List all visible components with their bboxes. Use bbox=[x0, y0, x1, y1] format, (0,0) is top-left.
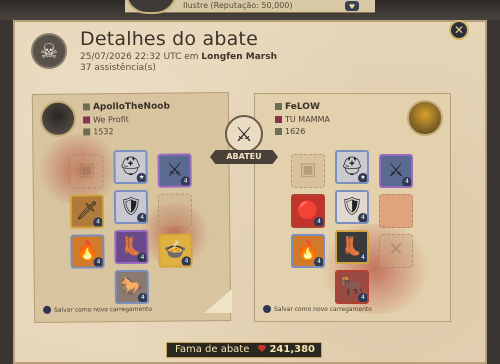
victim-slot-mount[interactable]: 🐂 4 bbox=[335, 270, 369, 304]
victim-slot-head[interactable]: ⛑ ★ bbox=[335, 150, 369, 184]
kill-fame-bar: Fama de abate 241,380 bbox=[166, 342, 322, 358]
killer-save-loadout[interactable]: Salvar como novo carregamento bbox=[43, 305, 152, 314]
victim-card: FeLOW TU MAMMA 1626 ▣ ⛑ ★ ⚔ 4 🔴 4 🛡 4 🔥 4 👢 4 … bbox=[254, 93, 451, 322]
killer-name[interactable]: ApolloTheNoob bbox=[82, 102, 170, 113]
victim-slot-offhand[interactable] bbox=[379, 194, 413, 228]
fame-gem-icon bbox=[257, 345, 267, 352]
kill-fame-value: 241,380 bbox=[257, 343, 315, 357]
killer-card: ApolloTheNoob We Profit 1532 ▣ ⛑ ★ ⚔ 4 🗡 4 … bbox=[31, 91, 232, 324]
victim-slot-food[interactable]: ✕ bbox=[379, 234, 413, 268]
killer-item-power: 1532 bbox=[83, 127, 114, 136]
killer-slot-bag[interactable]: ▣ bbox=[69, 154, 104, 189]
victim-slot-shoes[interactable]: 👢 4 bbox=[335, 230, 369, 264]
kill-label: ABATEU bbox=[210, 150, 278, 164]
victim-guild: TU MAMMA bbox=[275, 115, 330, 124]
crossed-swords-icon: ⚔ bbox=[225, 115, 263, 153]
killer-slot-food[interactable]: 🍲 4 bbox=[158, 233, 193, 268]
killer-slot-shoes[interactable]: 👢 4 bbox=[114, 229, 149, 265]
killer-slot-chest[interactable]: 🛡 4 bbox=[113, 189, 149, 225]
reputation-strip: Ilustre (Reputação: 50,000) ♥ bbox=[125, 0, 375, 14]
killer-guild: We Profit bbox=[83, 115, 129, 124]
player-avatar-top bbox=[125, 0, 177, 14]
kill-location: Longfen Marsh bbox=[201, 52, 277, 62]
killer-slot-potion[interactable]: 🔥 4 bbox=[70, 234, 105, 269]
killer-slot-mount[interactable]: 🐎 4 bbox=[114, 269, 150, 305]
victim-slot-bag[interactable]: ▣ bbox=[291, 154, 325, 188]
kill-date: 25/07/2026 22:32 UTC em bbox=[80, 52, 199, 62]
skull-icon: ☠ bbox=[31, 33, 67, 69]
heart-icon[interactable]: ♥ bbox=[345, 1, 359, 11]
assists-count: 37 assistência(s) bbox=[80, 63, 156, 73]
close-icon[interactable]: ✕ bbox=[449, 20, 469, 40]
victim-slot-weapon[interactable]: 🔴 4 bbox=[291, 194, 325, 228]
victim-name[interactable]: FeLOW bbox=[275, 102, 320, 112]
killer-slot-head[interactable]: ⛑ ★ bbox=[113, 149, 148, 185]
victim-item-power: 1626 bbox=[275, 127, 305, 136]
victim-slot-potion[interactable]: 🔥 4 bbox=[291, 234, 325, 268]
victim-slot-chest[interactable]: 🛡 4 bbox=[335, 190, 369, 224]
killer-slot-cape[interactable]: ⚔ 4 bbox=[157, 153, 192, 188]
victim-avatar[interactable] bbox=[407, 100, 443, 136]
victim-save-loadout[interactable]: Salvar como novo carregamento bbox=[263, 305, 372, 313]
victim-slot-cape[interactable]: ⚔ 4 bbox=[379, 154, 413, 188]
killer-slot-weapon[interactable]: 🗡 4 bbox=[69, 194, 105, 229]
killer-avatar[interactable] bbox=[39, 100, 77, 137]
page-title: Detalhes do abate bbox=[80, 28, 258, 50]
kill-date-location: 25/07/2026 22:32 UTC em Longfen Marsh bbox=[80, 52, 277, 62]
kill-fame-label: Fama de abate bbox=[175, 344, 250, 355]
killer-slot-offhand[interactable] bbox=[157, 193, 193, 228]
reputation-text: Ilustre (Reputação: 50,000) bbox=[183, 1, 293, 10]
